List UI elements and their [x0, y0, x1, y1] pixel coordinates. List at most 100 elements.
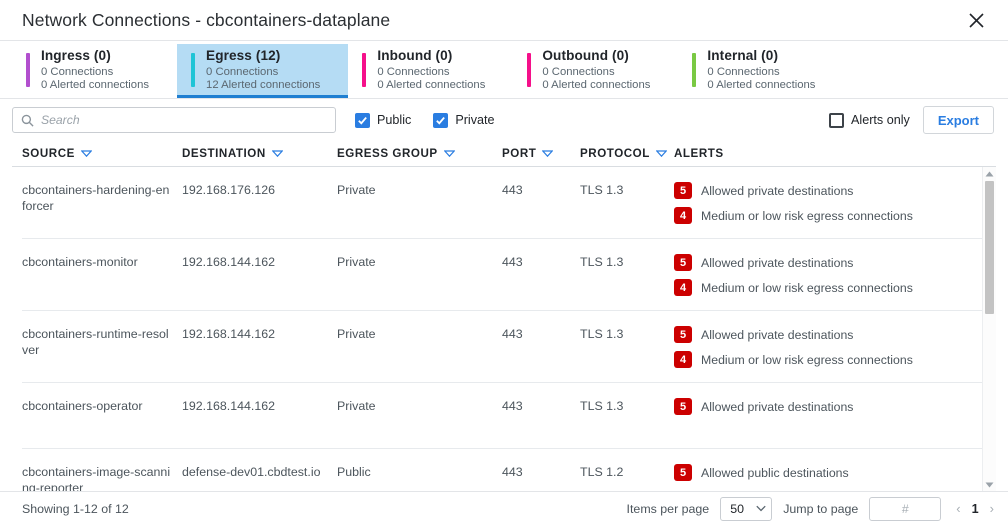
tab-connections: 0 Connections	[542, 65, 615, 78]
page-number[interactable]: 1	[972, 502, 979, 516]
cell-destination: 192.168.176.126	[182, 183, 276, 198]
tab-alerted: 0 Alerted connections	[542, 79, 651, 91]
tab-connections: 0 Connections	[206, 65, 279, 78]
alert-severity-badge: 4	[674, 279, 692, 297]
alert-item[interactable]: 5 Allowed public destinations	[674, 464, 972, 482]
chevron-left-icon[interactable]: ‹	[956, 501, 960, 516]
cell-source: cbcontainers-hardening-enforcer	[22, 183, 170, 214]
checkbox-alerts-only[interactable]	[829, 112, 845, 128]
alert-severity-badge: 5	[674, 254, 692, 272]
table-row[interactable]: cbcontainers-image-scanning-reporter defe…	[22, 449, 982, 491]
alert-item[interactable]: 4 Medium or low risk egress connections	[674, 351, 972, 369]
close-icon[interactable]	[962, 6, 990, 34]
scrollbar-thumb[interactable]	[985, 181, 994, 315]
cell-protocol: TLS 1.3	[580, 327, 624, 342]
cell-alerts: 5 Allowed private destinations 4 Medium or …	[674, 254, 982, 297]
alert-label: Medium or low risk egress connections	[701, 352, 913, 367]
alert-label: Allowed private destinations	[701, 255, 854, 270]
filter-alerts-only[interactable]: Alerts only	[829, 112, 910, 128]
showing-count: Showing 1-12 of 12	[22, 501, 129, 516]
filter-alerts-only-label: Alerts only	[851, 113, 910, 127]
column-header-port[interactable]: PORT	[502, 147, 580, 160]
tab-internal[interactable]: Internal (0) 0 Connections 0 Alerted con…	[678, 44, 843, 98]
sort-caret-icon[interactable]	[542, 150, 554, 158]
alert-label: Allowed private destinations	[701, 183, 854, 198]
alert-item[interactable]: 5 Allowed private destinations	[674, 182, 972, 200]
scrollbar-track[interactable]	[983, 180, 996, 478]
tab-egress[interactable]: Egress (12) 0 Connections 12 Alerted con…	[177, 44, 349, 98]
connection-direction-tabs: Ingress (0) 0 Connections 0 Alerted conn…	[0, 41, 1008, 99]
items-per-page-select[interactable]: 50	[720, 496, 773, 521]
cell-port: 443	[502, 255, 523, 270]
dialog-titlebar: Network Connections - cbcontainers-datap…	[0, 0, 1008, 41]
scroll-down-icon[interactable]	[985, 478, 994, 491]
checkbox-public[interactable]	[355, 112, 370, 128]
column-header-protocol[interactable]: PROTOCOL	[580, 147, 674, 160]
table-toolbar: Public Private Alerts only Export	[0, 99, 1008, 141]
tab-accent-bar	[362, 52, 367, 87]
alert-label: Medium or low risk egress connections	[701, 208, 913, 223]
jump-to-page-input[interactable]	[869, 496, 942, 521]
filter-public[interactable]: Public	[355, 112, 411, 128]
column-header-destination[interactable]: DESTINATION	[182, 147, 337, 160]
table-body: cbcontainers-hardening-enforcer 192.168.1…	[12, 167, 982, 491]
tab-outbound[interactable]: Outbound (0) 0 Connections 0 Alerted con…	[513, 44, 678, 98]
tab-label: Inbound (0)	[377, 47, 453, 63]
alert-item[interactable]: 5 Allowed private destinations	[674, 326, 972, 344]
chevron-right-icon[interactable]: ›	[990, 501, 994, 516]
column-header-source[interactable]: SOURCE	[22, 147, 182, 160]
export-button[interactable]: Export	[922, 106, 994, 134]
cell-source: cbcontainers-image-scanning-reporter	[22, 465, 171, 491]
tab-alerted: 12 Alerted connections	[206, 79, 321, 91]
table-row[interactable]: cbcontainers-monitor 192.168.144.162 Priva…	[22, 239, 982, 312]
tab-accent-bar	[527, 52, 532, 87]
alert-item[interactable]: 5 Allowed private destinations	[674, 398, 972, 416]
cell-source: cbcontainers-monitor	[22, 255, 138, 270]
checkbox-private[interactable]	[433, 112, 449, 128]
alert-severity-badge: 5	[674, 464, 692, 482]
tab-alerted: 0 Alerted connections	[41, 79, 150, 91]
tab-label: Outbound (0)	[542, 47, 629, 63]
cell-source: cbcontainers-runtime-resolver	[22, 327, 169, 358]
table-row[interactable]: cbcontainers-runtime-resolver 192.168.144…	[22, 311, 982, 384]
tab-inbound[interactable]: Inbound (0) 0 Connections 0 Alerted conn…	[348, 44, 513, 98]
scroll-up-icon[interactable]	[985, 167, 994, 180]
table-footer: Showing 1-12 of 12 Items per page 50 Jum…	[0, 491, 1008, 525]
table-scrollbar[interactable]	[982, 167, 996, 491]
cell-alerts: 5 Allowed public destinations	[674, 464, 982, 482]
table-row[interactable]: cbcontainers-hardening-enforcer 192.168.1…	[22, 167, 982, 240]
search-input[interactable]	[41, 113, 327, 127]
sort-caret-icon[interactable]	[443, 150, 455, 158]
cell-egress-group: Public	[337, 465, 371, 480]
sort-caret-icon[interactable]	[655, 150, 667, 158]
items-per-page-label: Items per page	[626, 501, 710, 516]
cell-egress-group: Private	[337, 183, 376, 198]
alert-item[interactable]: 4 Medium or low risk egress connections	[674, 279, 972, 297]
table-row[interactable]: cbcontainers-operator 192.168.144.162 Priv…	[22, 383, 982, 450]
sort-caret-icon[interactable]	[80, 150, 92, 158]
sort-caret-icon[interactable]	[271, 150, 283, 158]
cell-port: 443	[502, 465, 523, 480]
search-box[interactable]	[12, 107, 336, 133]
cell-source: cbcontainers-operator	[22, 399, 143, 414]
tab-ingress[interactable]: Ingress (0) 0 Connections 0 Alerted conn…	[12, 44, 177, 98]
chevron-down-icon[interactable]	[756, 505, 766, 512]
alert-item[interactable]: 4 Medium or low risk egress connections	[674, 207, 972, 225]
jump-to-page-label: Jump to page	[783, 501, 859, 516]
page-title: Network Connections - cbcontainers-datap…	[22, 9, 391, 30]
tab-alerted: 0 Alerted connections	[377, 79, 486, 91]
tab-accent-bar	[26, 52, 30, 87]
cell-port: 443	[502, 183, 523, 198]
alert-label: Medium or low risk egress connections	[701, 280, 913, 295]
cell-egress-group: Private	[337, 255, 376, 270]
alert-label: Allowed private destinations	[701, 327, 854, 342]
column-header-egress-group[interactable]: EGRESS GROUP	[337, 147, 502, 160]
cell-destination: 192.168.144.162	[182, 327, 276, 342]
filter-private-label: Private	[455, 113, 495, 127]
filter-private[interactable]: Private	[433, 112, 495, 128]
cell-port: 443	[502, 327, 523, 342]
alert-label: Allowed public destinations	[701, 465, 849, 480]
alert-item[interactable]: 5 Allowed private destinations	[674, 254, 972, 272]
cell-protocol: TLS 1.3	[580, 183, 624, 198]
cell-protocol: TLS 1.3	[580, 255, 624, 270]
